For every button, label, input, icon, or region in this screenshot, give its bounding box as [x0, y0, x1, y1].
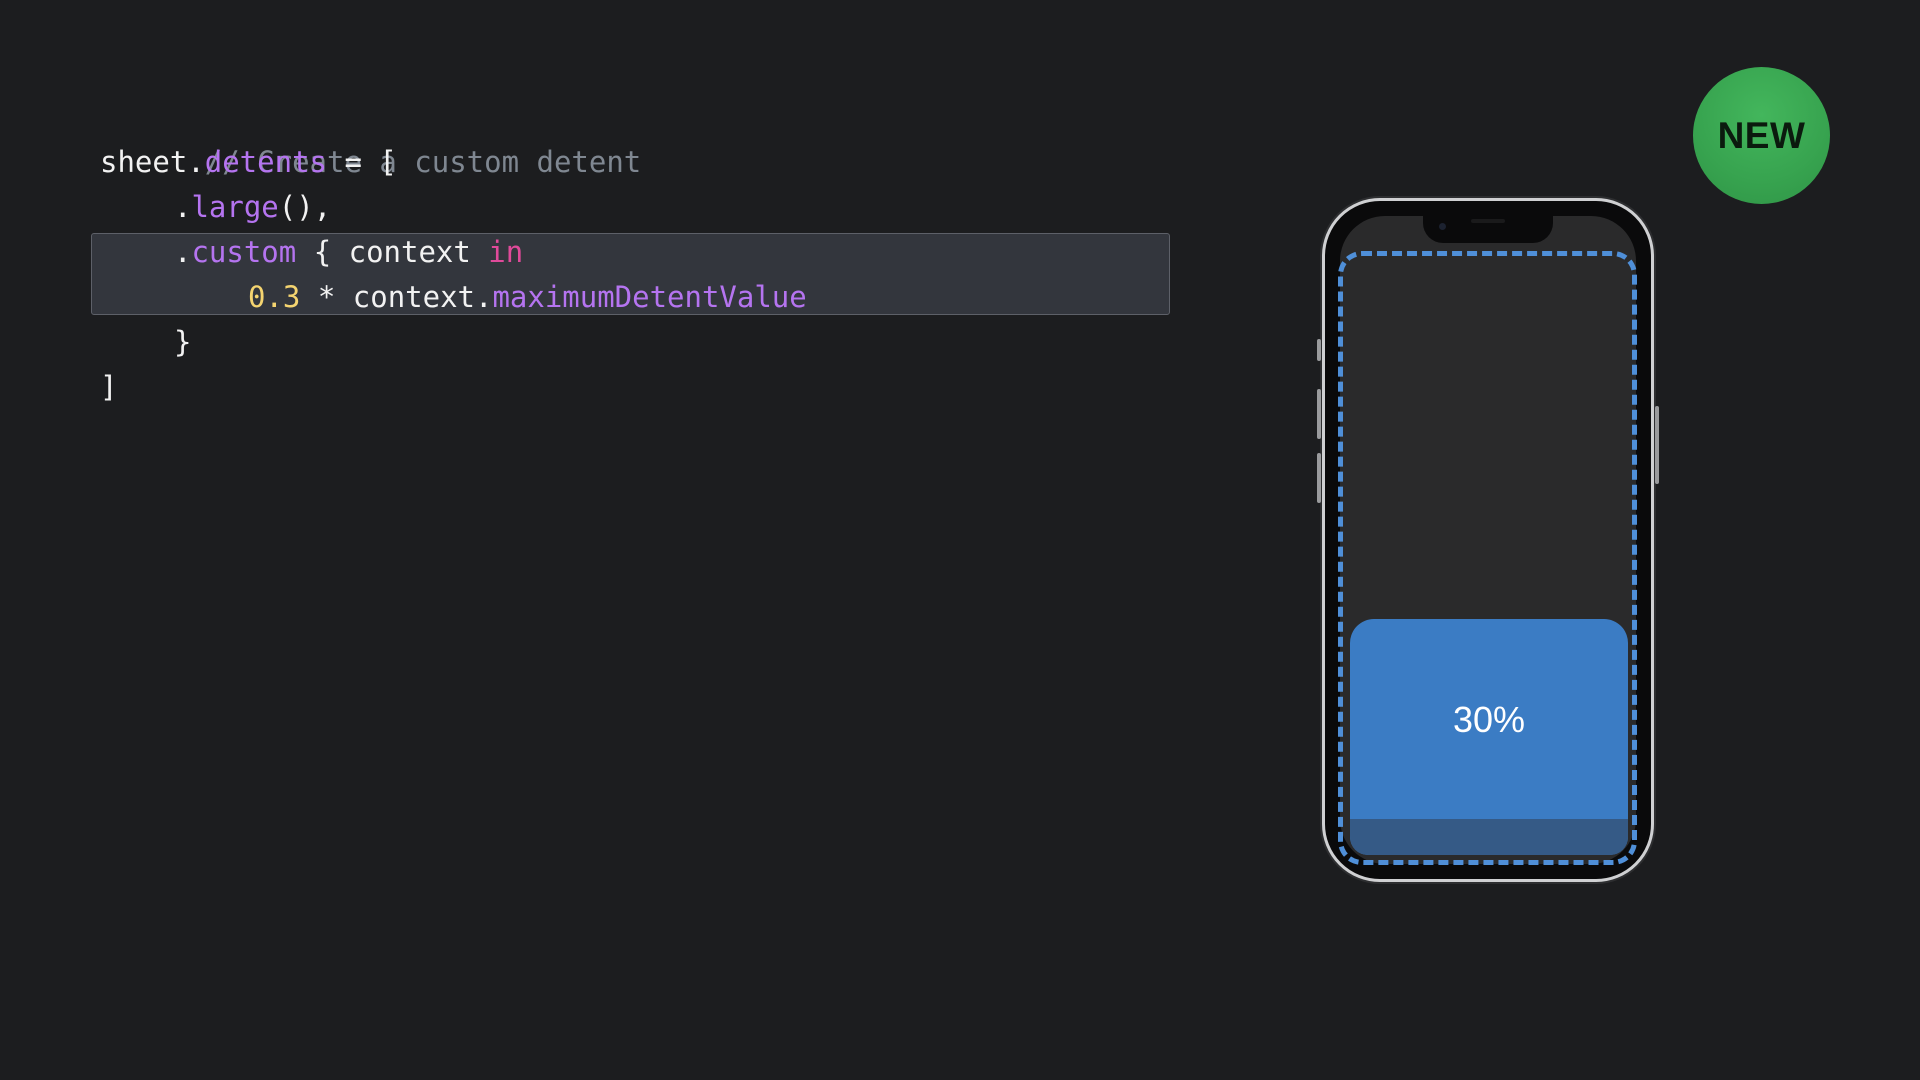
phone-notch	[1423, 216, 1553, 243]
volume-up-button	[1317, 389, 1321, 439]
volume-down-button	[1317, 453, 1321, 503]
code-keyword-in: in	[488, 235, 524, 269]
sheet-percentage-label: 30%	[1452, 699, 1526, 740]
camera-icon	[1439, 223, 1446, 230]
speaker-icon	[1471, 219, 1505, 223]
sheet-bottom-band	[1350, 819, 1628, 855]
code-line-close-brace: }	[100, 320, 807, 365]
mute-switch	[1317, 339, 1321, 361]
code-brace-close: }	[174, 325, 192, 359]
code-line-close-bracket: ]	[100, 365, 807, 410]
code-line-detents: sheet.detents = [	[100, 140, 807, 185]
code-line-comment: // Create a custom detent	[100, 95, 807, 179]
code-dot: .	[174, 190, 192, 224]
code-block: // Create a custom detent sheet.detents …	[100, 95, 807, 410]
code-dot: .	[174, 235, 192, 269]
code-assign: = [	[326, 145, 397, 179]
slide: // Create a custom detent sheet.detents …	[0, 0, 1920, 1080]
code-receiver: sheet.	[100, 145, 205, 179]
code-line-large: .large(),	[100, 185, 807, 230]
code-call: (),	[278, 190, 332, 224]
phone-illustration: 30%	[1317, 198, 1659, 882]
code-operator: * context.	[300, 280, 493, 314]
phone-screen: 30%	[1340, 216, 1636, 864]
code-number: 0.3	[248, 280, 301, 314]
code-line-custom: .custom { context in	[100, 230, 807, 275]
detent-sheet: 30%	[1350, 619, 1628, 855]
code-line-value: 0.3 * context.maximumDetentValue	[100, 275, 807, 320]
power-button	[1655, 406, 1659, 484]
code-member-custom: custom	[191, 235, 297, 269]
code-member-max: maximumDetentValue	[492, 280, 807, 314]
code-closure-open: { context	[296, 235, 489, 269]
new-badge: NEW	[1693, 67, 1830, 204]
code-property: detents	[204, 145, 327, 179]
code-bracket-close: ]	[100, 370, 118, 404]
code-member-large: large	[191, 190, 279, 224]
new-badge-label: NEW	[1717, 114, 1806, 156]
